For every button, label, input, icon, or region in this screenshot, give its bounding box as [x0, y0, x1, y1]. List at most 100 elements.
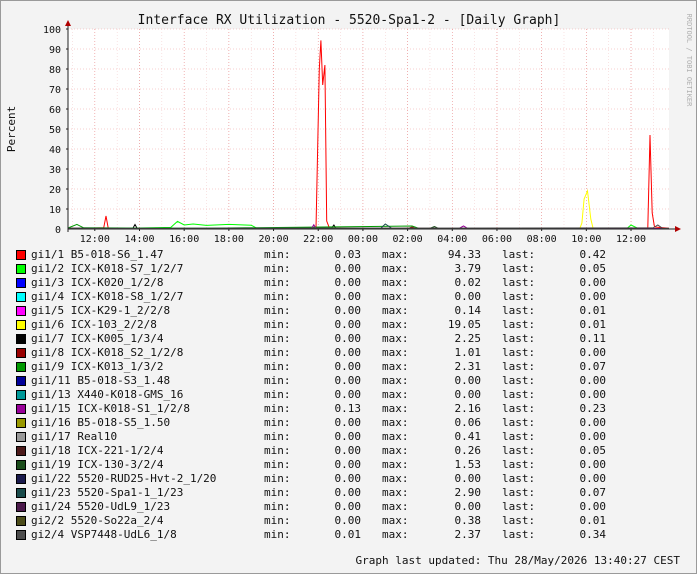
legend-max-label: max: [382, 248, 409, 262]
legend-row: gi1/24 5520-UdL9_1/23min:0.00max:0.00las… [16, 500, 696, 514]
legend-name: gi1/16 B5-018-S5_1.50 [31, 416, 170, 430]
legend-max-label: max: [382, 332, 409, 346]
legend-last-value: 0.00 [551, 276, 606, 290]
legend-max-label: max: [382, 486, 409, 500]
legend-last-value: 0.11 [551, 332, 606, 346]
legend-swatch [16, 432, 26, 442]
legend-min-label: min: [264, 276, 291, 290]
legend-swatch [16, 376, 26, 386]
legend-min-label: min: [264, 472, 291, 486]
legend-min-value: 0.00 [306, 290, 361, 304]
legend-max-label: max: [382, 416, 409, 430]
legend-row: gi1/7 ICX-K005_1/3/4min:0.00max:2.25last… [16, 332, 696, 346]
legend-max-value: 0.00 [421, 500, 481, 514]
legend-last-label: last: [502, 528, 535, 542]
legend-last-value: 0.00 [551, 458, 606, 472]
legend-min-label: min: [264, 430, 291, 444]
legend-row: gi1/9 ICX-K013_1/3/2min:0.00max:2.31last… [16, 360, 696, 374]
legend-max-label: max: [382, 430, 409, 444]
legend-last-label: last: [502, 304, 535, 318]
legend-max-value: 2.16 [421, 402, 481, 416]
legend-max-label: max: [382, 346, 409, 360]
legend-last-label: last: [502, 276, 535, 290]
legend-last-label: last: [502, 346, 535, 360]
legend-min-value: 0.00 [306, 500, 361, 514]
legend-min-value: 0.00 [306, 388, 361, 402]
legend-max-value: 0.00 [421, 374, 481, 388]
legend-swatch [16, 334, 26, 344]
legend-last-label: last: [502, 416, 535, 430]
legend-max-label: max: [382, 514, 409, 528]
legend-max-label: max: [382, 262, 409, 276]
legend-swatch [16, 264, 26, 274]
legend-max-value: 0.00 [421, 290, 481, 304]
legend-last-label: last: [502, 262, 535, 276]
legend-max-label: max: [382, 500, 409, 514]
legend-min-value: 0.00 [306, 430, 361, 444]
legend-min-label: min: [264, 402, 291, 416]
x-tick-label: 08:00 [527, 234, 557, 245]
y-axis-arrow [65, 20, 71, 26]
legend-min-label: min: [264, 528, 291, 542]
legend-min-value: 0.01 [306, 528, 361, 542]
y-axis-label: Percent [5, 106, 18, 152]
legend-swatch [16, 306, 26, 316]
legend-min-label: min: [264, 360, 291, 374]
legend-min-label: min: [264, 248, 291, 262]
legend-row: gi1/15 ICX-K018-S1_1/2/8min:0.13max:2.16… [16, 402, 696, 416]
legend-last-label: last: [502, 444, 535, 458]
legend-last-value: 0.00 [551, 290, 606, 304]
y-tick-label: 0 [55, 225, 61, 236]
x-tick-label: 16:00 [169, 234, 199, 245]
x-tick-label: 00:00 [348, 234, 378, 245]
legend-max-label: max: [382, 360, 409, 374]
legend-last-label: last: [502, 374, 535, 388]
legend-max-label: max: [382, 402, 409, 416]
legend-name: gi1/1 B5-018-S6_1.47 [31, 248, 163, 262]
legend-min-value: 0.00 [306, 374, 361, 388]
legend-max-value: 0.41 [421, 430, 481, 444]
legend-min-value: 0.00 [306, 318, 361, 332]
legend-last-label: last: [502, 458, 535, 472]
legend-min-label: min: [264, 500, 291, 514]
legend-name: gi1/18 ICX-221-1/2/4 [31, 444, 163, 458]
legend-name: gi1/22 5520-RUD25-Hvt-2_1/20 [31, 472, 216, 486]
legend-name: gi1/17 Real10 [31, 430, 117, 444]
x-tick-label: 12:00 [616, 234, 646, 245]
legend-row: gi1/1 B5-018-S6_1.47min:0.03max:94.33las… [16, 248, 696, 262]
x-tick-label: 14:00 [124, 234, 154, 245]
chart-title: Interface RX Utilization - 5520-Spa1-2 -… [138, 13, 561, 28]
x-axis-arrow [675, 226, 681, 232]
legend-min-value: 0.00 [306, 514, 361, 528]
x-tick-label: 04:00 [437, 234, 467, 245]
legend-row: gi2/2 5520-So22a_2/4min:0.00max:0.38last… [16, 514, 696, 528]
legend-name: gi1/9 ICX-K013_1/3/2 [31, 360, 163, 374]
legend-max-label: max: [382, 472, 409, 486]
y-tick-label: 10 [49, 205, 61, 216]
x-tick-label: 20:00 [258, 234, 288, 245]
legend-row: gi1/19 ICX-130-3/2/4min:0.00max:1.53last… [16, 458, 696, 472]
legend-swatch [16, 362, 26, 372]
legend-row: gi1/16 B5-018-S5_1.50min:0.00max:0.06las… [16, 416, 696, 430]
y-tick-label: 100 [43, 25, 61, 36]
legend-row: gi1/3 ICX-K020_1/2/8min:0.00max:0.02last… [16, 276, 696, 290]
legend-last-label: last: [502, 248, 535, 262]
legend-min-value: 0.00 [306, 276, 361, 290]
legend-last-label: last: [502, 514, 535, 528]
legend-swatch [16, 460, 26, 470]
legend-max-value: 0.00 [421, 472, 481, 486]
legend-row: gi1/18 ICX-221-1/2/4min:0.00max:0.26last… [16, 444, 696, 458]
legend-min-value: 0.00 [306, 472, 361, 486]
legend-last-value: 0.42 [551, 248, 606, 262]
legend-swatch [16, 292, 26, 302]
legend-swatch [16, 488, 26, 498]
legend-max-value: 0.02 [421, 276, 481, 290]
legend-last-label: last: [502, 360, 535, 374]
x-tick-label: 12:00 [80, 234, 110, 245]
legend-last-value: 0.07 [551, 486, 606, 500]
legend-min-label: min: [264, 458, 291, 472]
legend-last-value: 0.01 [551, 514, 606, 528]
legend-name: gi1/15 ICX-K018-S1_1/2/8 [31, 402, 190, 416]
y-tick-label: 50 [49, 125, 61, 136]
legend-last-value: 0.23 [551, 402, 606, 416]
